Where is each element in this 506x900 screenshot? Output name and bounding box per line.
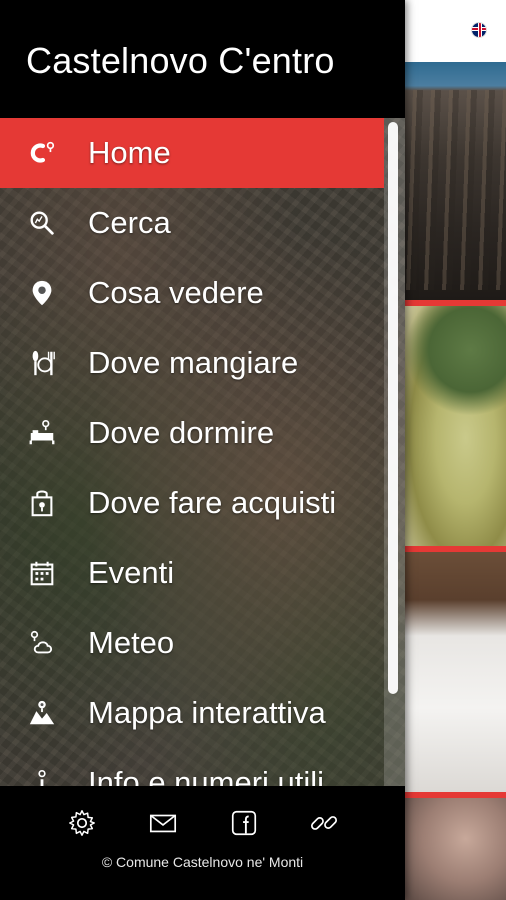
menu-item-label: Eventi — [88, 555, 175, 590]
scrollbar-thumb[interactable] — [388, 122, 398, 694]
navigation-drawer: Castelnovo C'entro Home Cerca Cosa veder… — [0, 0, 405, 900]
app-title: Castelnovo C'entro — [26, 40, 335, 81]
menu-item-cerca[interactable]: Cerca — [0, 188, 384, 258]
menu-item-label: Mappa interattiva — [88, 695, 326, 730]
menu-item-label: Dove dormire — [88, 415, 275, 450]
menu-item-label: Cerca — [88, 205, 171, 240]
menu-item-label: Info e numeri utili — [88, 765, 325, 786]
settings-icon[interactable] — [65, 806, 99, 840]
weather-icon — [26, 627, 58, 659]
link-icon[interactable] — [307, 806, 341, 840]
facebook-icon[interactable] — [227, 806, 261, 840]
info-icon — [26, 767, 58, 786]
search-icon — [26, 207, 58, 239]
background-tile-bed[interactable] — [405, 552, 506, 792]
menu-item-label: Meteo — [88, 625, 175, 660]
bed-icon — [26, 417, 58, 449]
drawer-footer: © Comune Castelnovo ne' Monti — [0, 786, 405, 900]
leaf-texture — [405, 306, 506, 416]
castelnovo-logo-icon — [26, 137, 58, 169]
rock-texture — [405, 90, 506, 290]
menu-item-label: Dove fare acquisti — [88, 485, 337, 520]
calendar-icon — [26, 557, 58, 589]
background-tile-shop[interactable] — [405, 798, 506, 900]
shopping-bag-icon — [26, 487, 58, 519]
menu-item-meteo[interactable]: Meteo — [0, 608, 384, 678]
background-topbar — [405, 0, 506, 62]
menu-item-dove-fare-acquisti[interactable]: Dove fare acquisti — [0, 468, 384, 538]
menu-item-dove-mangiare[interactable]: Dove mangiare — [0, 328, 384, 398]
drawer-header: Castelnovo C'entro — [0, 0, 405, 118]
menu-item-dove-dormire[interactable]: Dove dormire — [0, 398, 384, 468]
map-icon — [26, 697, 58, 729]
menu-item-mappa-interattiva[interactable]: Mappa interattiva — [0, 678, 384, 748]
mail-icon[interactable] — [146, 806, 180, 840]
drawer-menu: Home Cerca Cosa vedere Dove mangiare Dov… — [0, 118, 405, 786]
menu-item-label: Home — [88, 135, 171, 170]
uk-flag-icon[interactable] — [471, 22, 487, 38]
menu-item-info[interactable]: Info e numeri utili — [0, 748, 384, 786]
menu-item-home[interactable]: Home — [0, 118, 384, 188]
menu-item-cosa-vedere[interactable]: Cosa vedere — [0, 258, 384, 328]
menu-item-label: Dove mangiare — [88, 345, 299, 380]
location-pin-icon — [26, 277, 58, 309]
copyright-text: © Comune Castelnovo ne' Monti — [101, 854, 304, 870]
restaurant-icon — [26, 347, 58, 379]
menu-item-eventi[interactable]: Eventi — [0, 538, 384, 608]
menu-item-label: Cosa vedere — [88, 275, 264, 310]
